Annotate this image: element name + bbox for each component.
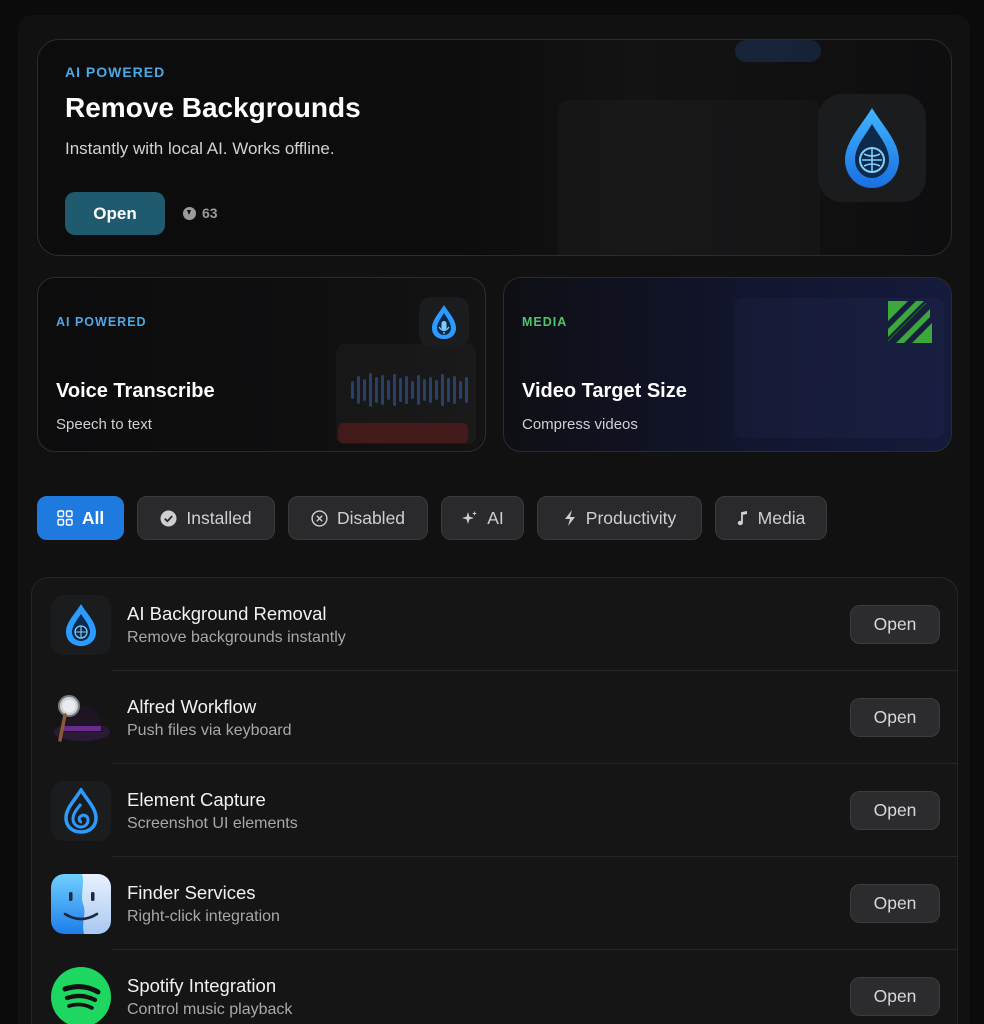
- card-subtitle: Speech to text: [56, 416, 152, 433]
- open-button[interactable]: Open: [850, 791, 940, 830]
- filter-chip-label: Installed: [186, 507, 252, 528]
- bolt-icon: [564, 510, 575, 526]
- list-item[interactable]: AI Background Removal Remove backgrounds…: [32, 578, 957, 671]
- card-subtitle: Compress videos: [522, 416, 638, 433]
- open-button[interactable]: Open: [850, 977, 940, 1016]
- list-item[interactable]: Alfred Workflow Push files via keyboard …: [32, 671, 957, 764]
- extension-description: Remove backgrounds instantly: [127, 629, 346, 646]
- filter-chip-ai[interactable]: AI: [441, 496, 524, 540]
- extension-description: Right-click integration: [127, 908, 280, 925]
- background-decoration: [558, 100, 820, 255]
- extension-description: Control music playback: [127, 1001, 293, 1018]
- list-item[interactable]: Finder Services Right-click integration …: [32, 857, 957, 950]
- extension-name: Alfred Workflow: [127, 696, 257, 717]
- music-note-icon: [737, 511, 747, 526]
- hero-open-button[interactable]: Open: [65, 192, 165, 235]
- hero-eyebrow: AI POWERED: [65, 64, 166, 80]
- card-eyebrow: AI POWERED: [56, 315, 147, 329]
- extension-name: AI Background Removal: [127, 603, 327, 624]
- extension-list: AI Background Removal Remove backgrounds…: [31, 577, 958, 1024]
- background-decoration: [351, 370, 471, 410]
- extension-name: Finder Services: [127, 882, 256, 903]
- spotify-icon: [51, 967, 111, 1024]
- water-drop-swirl-icon: [51, 781, 111, 841]
- extension-description: Push files via keyboard: [127, 722, 292, 739]
- featured-hero-card[interactable]: AI POWERED Remove Backgrounds Instantly …: [37, 39, 952, 256]
- download-count: 63: [183, 205, 218, 221]
- open-button[interactable]: Open: [850, 884, 940, 923]
- ffmpeg-icon: [885, 297, 935, 347]
- hero-title: Remove Backgrounds: [65, 92, 361, 123]
- extension-name: Spotify Integration: [127, 975, 277, 996]
- list-item[interactable]: Spotify Integration Control music playba…: [32, 950, 957, 1024]
- featured-card-video-target-size[interactable]: MEDIA Video Target Size Compress videos: [503, 277, 952, 452]
- sparkles-icon: [462, 510, 478, 524]
- filter-chip-label: Productivity: [585, 507, 677, 528]
- extension-name: Element Capture: [127, 789, 266, 810]
- x-circle-icon: [311, 509, 328, 527]
- open-button[interactable]: Open: [850, 605, 940, 644]
- hero-subtitle: Instantly with local AI. Works offline.: [65, 139, 335, 158]
- filter-chip-label: AI: [487, 507, 504, 528]
- filter-chip-installed[interactable]: Installed: [137, 496, 275, 540]
- card-eyebrow: MEDIA: [522, 315, 568, 329]
- finder-face-icon: [51, 874, 111, 934]
- background-decoration: [338, 423, 468, 443]
- list-item[interactable]: Element Capture Screenshot UI elements O…: [32, 764, 957, 857]
- water-drop-mic-icon: [419, 297, 469, 347]
- card-title: Video Target Size: [522, 380, 687, 402]
- filter-chip-label: Disabled: [336, 507, 406, 528]
- filter-chip-label: All: [81, 507, 105, 528]
- featured-card-voice-transcribe[interactable]: AI POWERED Voice Transcribe Speech to te…: [37, 277, 486, 452]
- filter-chip-label: Media: [757, 507, 806, 528]
- alfred-hat-icon: [51, 688, 111, 748]
- download-count-value: 63: [202, 205, 218, 221]
- check-circle-icon: [160, 510, 177, 526]
- background-decoration: [735, 40, 821, 62]
- filter-chip-disabled[interactable]: Disabled: [288, 496, 428, 540]
- grid-icon: [57, 510, 73, 526]
- open-button[interactable]: Open: [850, 698, 940, 737]
- card-title: Voice Transcribe: [56, 380, 215, 402]
- water-drop-brain-icon: [51, 595, 111, 655]
- water-drop-brain-icon: [818, 94, 926, 202]
- filter-chip-productivity[interactable]: Productivity: [537, 496, 702, 540]
- extension-description: Screenshot UI elements: [127, 815, 298, 832]
- filter-chip-all[interactable]: All: [37, 496, 124, 540]
- filter-chip-media[interactable]: Media: [715, 496, 827, 540]
- download-icon: [183, 206, 196, 220]
